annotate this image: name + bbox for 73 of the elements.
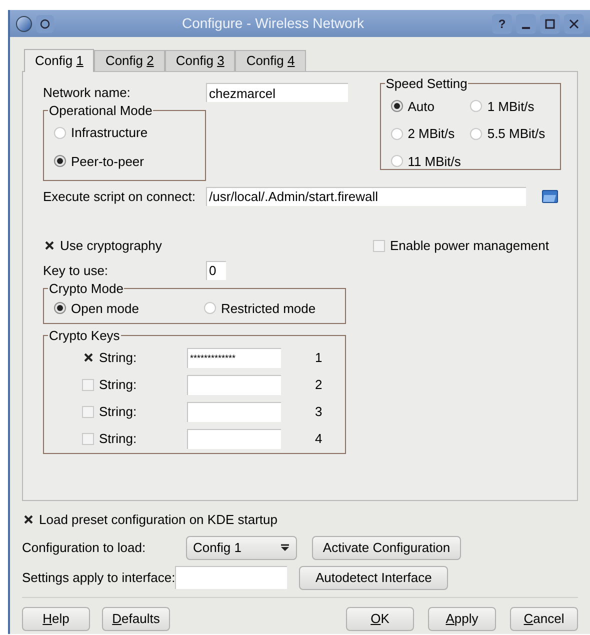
radio-button[interactable] — [54, 126, 66, 139]
key-number: 3 — [315, 402, 322, 421]
radio-label: Auto — [408, 98, 434, 116]
circle-icon — [40, 18, 50, 28]
activate-button[interactable]: Activate Configuration — [312, 536, 461, 560]
field-label: Execute script on connect: — [43, 188, 196, 206]
radio-label: 5.5 MBit/s — [487, 125, 546, 143]
group-title: Speed Setting — [384, 75, 468, 93]
checkbox-label: String: — [99, 430, 137, 448]
password-field[interactable] — [187, 374, 281, 394]
autodetect-button[interactable]: Autodetect Interface — [299, 566, 448, 590]
checkbox-label: String: — [99, 402, 137, 421]
tab[interactable]: Config 1 — [24, 49, 94, 72]
checkbox[interactable] — [82, 352, 94, 364]
tab[interactable]: Config 4 — [235, 50, 306, 71]
field-label: Settings apply to interface: — [22, 568, 176, 587]
close-button[interactable] — [564, 14, 584, 34]
radio-button[interactable] — [390, 100, 403, 112]
password-field[interactable]: ************* — [187, 348, 281, 368]
radio-button[interactable] — [54, 302, 66, 314]
checkbox-label: String: — [99, 348, 137, 367]
field-label: Key to use: — [43, 262, 110, 280]
checkbox-label: Use cryptography — [60, 237, 162, 255]
radio-button[interactable] — [470, 128, 482, 140]
checkbox-label: String: — [99, 376, 137, 394]
radio-button[interactable] — [54, 155, 66, 168]
radio-button[interactable] — [390, 128, 403, 140]
group-title: Operational Mode — [48, 102, 154, 120]
minimize-icon — [521, 26, 531, 30]
caret-icon — [280, 544, 290, 552]
password-field[interactable] — [187, 402, 281, 422]
radio-label: Open mode — [71, 300, 139, 318]
radio-label: Peer-to-peer — [71, 152, 144, 171]
radio-button[interactable] — [390, 155, 403, 168]
radio-label: 11 MBit/s — [408, 152, 461, 170]
checkbox[interactable] — [22, 514, 34, 526]
dialog-button[interactable]: Help — [22, 606, 90, 630]
field-label: Configuration to load: — [22, 538, 147, 557]
folder-icon[interactable] — [542, 189, 558, 204]
maximize-icon — [545, 18, 555, 28]
input-field[interactable]: chezmarcel — [206, 83, 348, 102]
pin-button[interactable] — [36, 14, 54, 32]
checkbox-label: Enable power management — [390, 237, 549, 255]
input-field[interactable]: 0 — [206, 260, 226, 280]
dialog-button[interactable]: Cancel — [510, 606, 578, 630]
radio-label: Restricted mode — [220, 300, 316, 318]
help-button[interactable]: ? — [492, 14, 512, 34]
key-number: 1 — [315, 348, 322, 367]
dialog-button[interactable]: Defaults — [102, 606, 170, 630]
tab[interactable]: Config 3 — [164, 50, 236, 71]
checkbox[interactable] — [43, 240, 55, 252]
window-title: Configure - Wireless Network — [180, 14, 366, 33]
close-icon — [569, 18, 579, 28]
minimize-button[interactable] — [516, 14, 536, 34]
dialog-button[interactable]: Apply — [428, 606, 496, 630]
group-title: Crypto Mode — [48, 280, 124, 298]
field-label: Network name: — [43, 84, 132, 102]
input-field[interactable]: /usr/local/.Admin/start.firewall — [206, 186, 526, 206]
key-number: 4 — [315, 430, 322, 448]
radio-label: Infrastructure — [71, 124, 148, 142]
maximize-button[interactable] — [540, 14, 560, 34]
radio-label: 2 MBit/s — [408, 125, 455, 143]
dialog-button[interactable]: OK — [346, 606, 414, 630]
radio-button[interactable] — [470, 100, 482, 112]
tab[interactable]: Config 2 — [94, 50, 165, 71]
dropdown[interactable]: Config 1 — [186, 536, 297, 560]
radio-button[interactable] — [204, 302, 216, 314]
key-number: 2 — [315, 376, 322, 394]
checkbox-label: Load preset configuration on KDE startup — [39, 511, 278, 529]
input-field[interactable] — [175, 566, 288, 589]
radio-label: 1 MBit/s — [487, 98, 534, 116]
group-title: Crypto Keys — [48, 327, 121, 345]
password-field[interactable] — [187, 428, 281, 448]
